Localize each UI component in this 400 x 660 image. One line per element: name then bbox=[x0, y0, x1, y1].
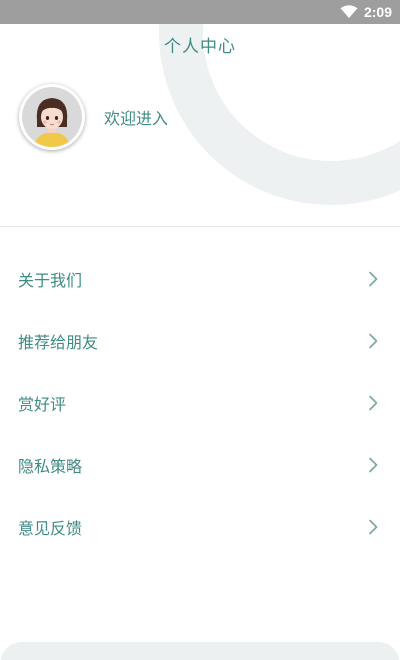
welcome-text[interactable]: 欢迎进入 bbox=[104, 105, 168, 129]
menu-item-label: 推荐给朋友 bbox=[18, 333, 99, 352]
status-time: 2:09 bbox=[363, 4, 392, 20]
settings-menu: 关于我们 推荐给朋友 赏好评 隐私策略 意见反馈 bbox=[0, 248, 400, 558]
chevron-right-icon bbox=[369, 395, 378, 411]
menu-item-privacy-policy[interactable]: 隐私策略 bbox=[0, 434, 400, 496]
menu-item-label: 意见反馈 bbox=[18, 519, 83, 538]
avatar[interactable] bbox=[19, 84, 85, 150]
chevron-right-icon bbox=[369, 333, 378, 349]
menu-item-label: 关于我们 bbox=[18, 271, 83, 290]
avatar-girl-icon bbox=[22, 87, 82, 147]
chevron-right-icon bbox=[369, 519, 378, 535]
menu-item-feedback[interactable]: 意见反馈 bbox=[0, 496, 400, 558]
bottom-card bbox=[0, 642, 400, 660]
header-divider bbox=[0, 226, 400, 227]
menu-item-label: 赏好评 bbox=[18, 395, 67, 414]
chevron-right-icon bbox=[369, 271, 378, 287]
menu-item-label: 隐私策略 bbox=[18, 457, 83, 476]
menu-item-rate-app[interactable]: 赏好评 bbox=[0, 372, 400, 434]
profile-header: 个人中心 欢迎进入 bbox=[0, 24, 400, 227]
chevron-right-icon bbox=[369, 457, 378, 473]
page-title: 个人中心 bbox=[164, 37, 236, 57]
menu-item-about-us[interactable]: 关于我们 bbox=[0, 248, 400, 310]
menu-item-recommend-to-friends[interactable]: 推荐给朋友 bbox=[0, 310, 400, 372]
wifi-icon bbox=[340, 5, 358, 18]
status-bar: 2:09 bbox=[0, 0, 400, 24]
